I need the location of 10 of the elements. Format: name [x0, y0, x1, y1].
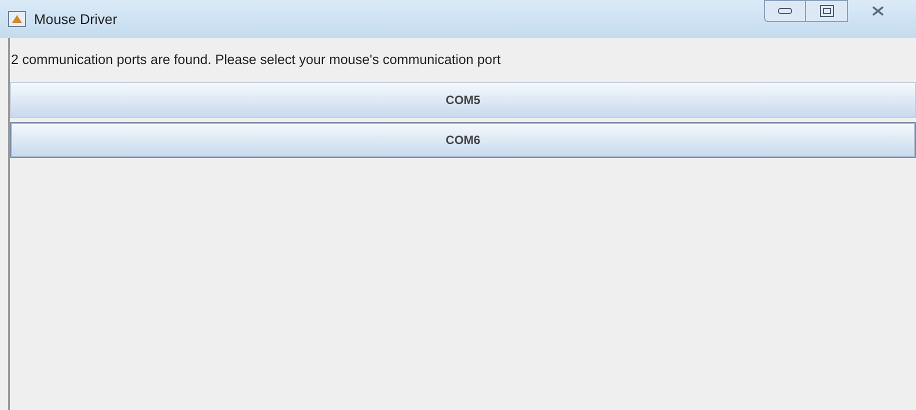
minimize-icon: [778, 8, 792, 14]
maximize-button[interactable]: [806, 0, 848, 22]
close-icon: [872, 6, 884, 16]
window-title: Mouse Driver: [34, 10, 118, 28]
maximize-icon: [820, 5, 834, 17]
port-button[interactable]: COM5: [10, 82, 916, 118]
app-icon: [8, 11, 26, 27]
instruction-text: 2 communication ports are found. Please select your mouse's communication port: [11, 50, 501, 69]
minimize-button[interactable]: [764, 0, 806, 22]
port-button[interactable]: COM6: [10, 122, 916, 158]
